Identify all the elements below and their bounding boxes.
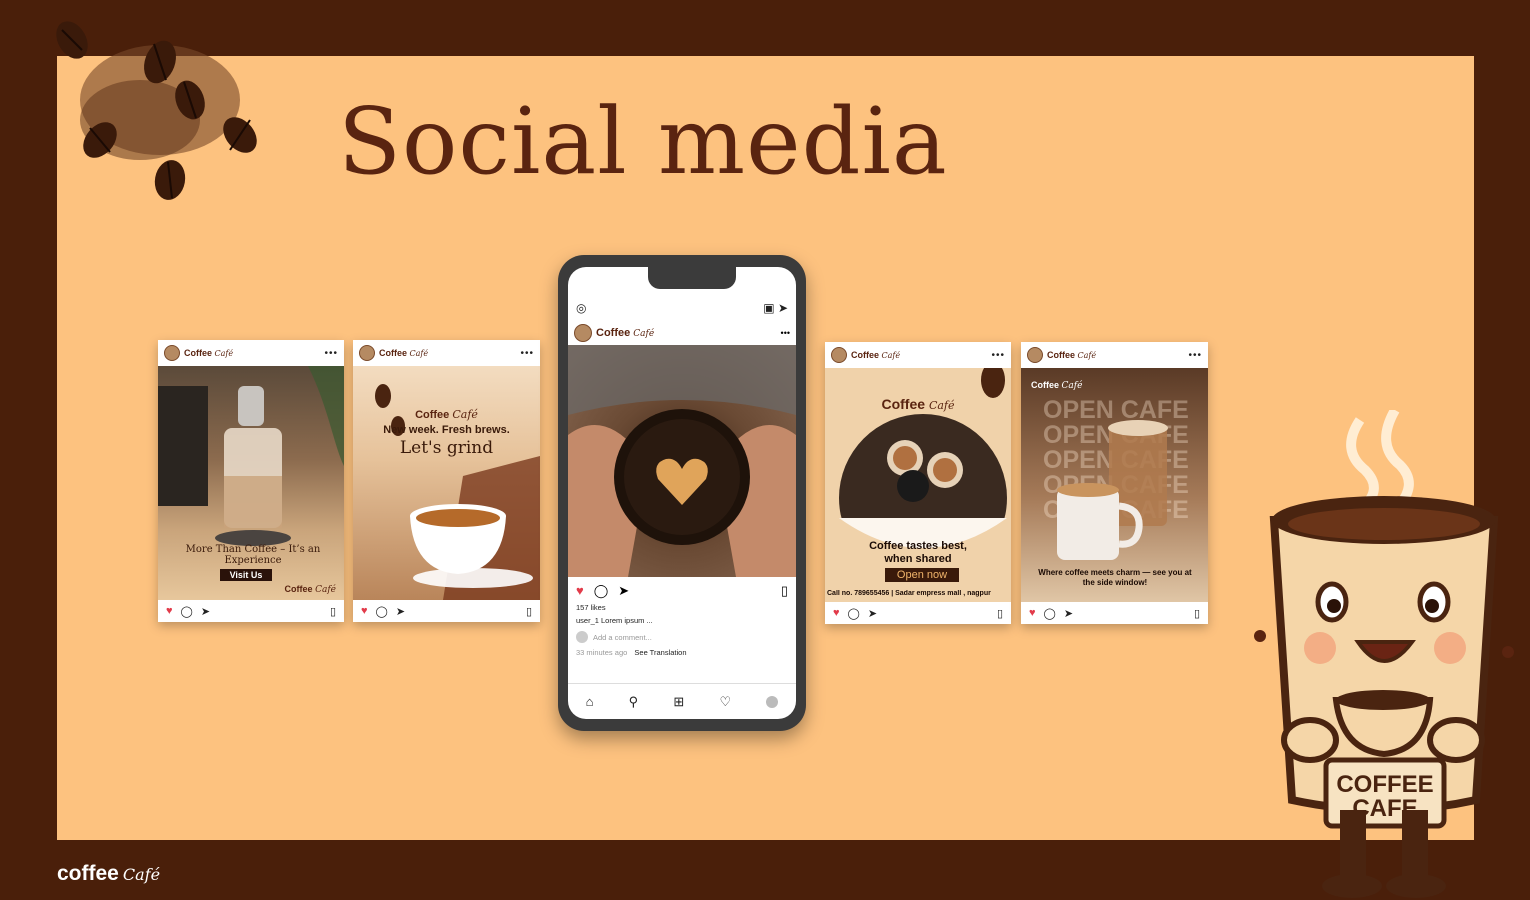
direct-message-icon[interactable]: ➤ [778,301,788,315]
brand-name: Coffee Café [379,348,429,358]
add-post-icon[interactable]: ⊞ [673,694,684,710]
more-options-icon[interactable]: ••• [520,348,534,359]
more-options-icon[interactable]: ••• [781,328,790,338]
like-heart-icon[interactable]: ♥ [1029,607,1036,619]
post-headline: New week. Fresh brews. [383,424,510,436]
post-actions: ♥ ◯ ➤ ▯ [353,600,540,622]
contact-info: Call no. 789655456 | Sadar empress mall … [827,590,991,597]
post-caption: user_1 Lorem ipsum ... [576,616,653,625]
post-image [568,345,796,577]
brand-name: Coffee Café [1047,350,1097,360]
avatar [831,347,847,363]
avatar [574,324,592,342]
post-header: Coffee Café ••• [158,340,344,366]
comment-row: Add a comment... [576,631,652,643]
post-time: 33 minutes ago [576,648,628,657]
footer-brand-logo: coffee Café [57,862,161,885]
phone-screen: ◎ ▣ ➤ Coffee Café ••• ♥ ◯ ➤ ▯ 157 likes [568,267,796,719]
share-icon[interactable]: ➤ [618,583,629,599]
bookmark-icon[interactable]: ▯ [997,607,1003,620]
post-actions: ♥ ◯ ➤ ▯ [158,600,344,622]
brand-logo: Coffee Café [415,408,478,421]
likes-count: 157 likes [576,603,606,612]
mascot-label-line1: COFFEE [1336,771,1433,798]
visit-us-button[interactable]: Visit Us [220,569,272,581]
bookmark-icon[interactable]: ▯ [526,605,532,618]
instagram-top-bar: ◎ ▣ ➤ [576,301,788,315]
like-heart-icon[interactable]: ♥ [576,583,584,599]
brand-name: Coffee Café [184,348,234,358]
share-icon[interactable]: ➤ [868,607,877,620]
like-heart-icon[interactable]: ♥ [166,605,173,617]
activity-heart-icon[interactable]: ♡ [720,694,732,710]
bookmark-icon[interactable]: ▯ [1194,607,1200,620]
brand-name: Coffee Café [596,327,655,339]
post-actions: ♥ ◯ ➤ ▯ [825,602,1011,624]
see-translation-link[interactable]: See Translation [634,648,686,657]
post-headline: Coffee tastes best, when shared [869,540,967,565]
profile-avatar-icon[interactable] [766,695,779,708]
igtv-icon[interactable]: ▣ [763,301,774,315]
more-options-icon[interactable]: ••• [1188,350,1202,361]
share-icon[interactable]: ➤ [1064,607,1073,620]
comment-icon[interactable]: ◯ [594,583,609,599]
like-heart-icon[interactable]: ♥ [833,607,840,619]
avatar [164,345,180,361]
brand-watermark: Coffee Café [284,584,336,595]
mascot-label-line2: CAFE [1352,795,1417,822]
post-image: Coffee Café OPEN CAFE OPEN CAFE OPEN CAF… [1021,368,1208,602]
open-now-button[interactable]: Open now [885,568,959,582]
avatar [1027,347,1043,363]
comment-icon[interactable]: ◯ [848,607,860,620]
more-options-icon[interactable]: ••• [991,350,1005,361]
post-header: Coffee Café ••• [1021,342,1208,368]
home-icon[interactable]: ⌂ [586,694,594,709]
bottom-nav: ⌂ ⚲ ⊞ ♡ [568,683,796,719]
instagram-post-4[interactable]: Coffee Café ••• Coffee Café OPEN CAFE OP… [1021,342,1208,624]
search-icon[interactable]: ⚲ [629,694,639,710]
comment-input[interactable]: Add a comment... [593,633,652,642]
comment-icon[interactable]: ◯ [376,605,388,618]
share-icon[interactable]: ➤ [201,605,210,618]
instagram-post-1[interactable]: Coffee Café ••• More Than Coffee – It’s … [158,340,344,622]
post-actions: ♥ ◯ ➤ ▯ [576,583,788,599]
bookmark-icon[interactable]: ▯ [781,583,788,599]
latte-heart-illustration [568,345,796,577]
post-image: More Than Coffee – It’s an Experience Vi… [158,366,344,600]
comment-icon[interactable]: ◯ [1044,607,1056,620]
post-image: Coffee Café Coffee tastes best, when sha… [825,368,1011,602]
espresso-cup-illustration [375,384,540,600]
share-icon[interactable]: ➤ [396,605,405,618]
cheers-cups-illustration [825,368,1011,602]
post-caption: Where coffee meets charm — see you at th… [1038,568,1192,587]
latte-glass-illustration [1057,420,1168,560]
phone-notch [648,267,736,289]
bookmark-icon[interactable]: ▯ [330,605,336,618]
post-actions: ♥ ◯ ➤ ▯ [1021,602,1208,624]
post-subheadline: Let's grind [399,438,494,458]
avatar [359,345,375,361]
post-header: Coffee Café ••• [825,342,1011,368]
comment-icon[interactable]: ◯ [181,605,193,618]
like-heart-icon[interactable]: ♥ [361,605,368,617]
phone-mockup: ◎ ▣ ➤ Coffee Café ••• ♥ ◯ ➤ ▯ 157 likes [558,255,806,731]
camera-icon[interactable]: ◎ [576,301,586,315]
avatar [576,631,588,643]
instagram-post-2[interactable]: Coffee Café ••• Coffee Café New week. Fr… [353,340,540,622]
coffee-beans-decoration [56,21,257,200]
post-caption: More Than Coffee – It’s an Experience [185,544,321,566]
instagram-post-3[interactable]: Coffee Café ••• Coffee Café Coffee taste… [825,342,1011,624]
coffee-cup-mascot: COFFEE CAFE [1254,410,1514,898]
post-image: Coffee Café New week. Fresh brews. Let's… [353,366,540,600]
brand-name: Coffee Café [851,350,901,360]
more-options-icon[interactable]: ••• [324,348,338,359]
post-header: Coffee Café ••• [568,322,796,344]
post-header: Coffee Café ••• [353,340,540,366]
timestamp-row: 33 minutes ago See Translation [576,648,687,657]
page-title: Social media [338,88,948,195]
